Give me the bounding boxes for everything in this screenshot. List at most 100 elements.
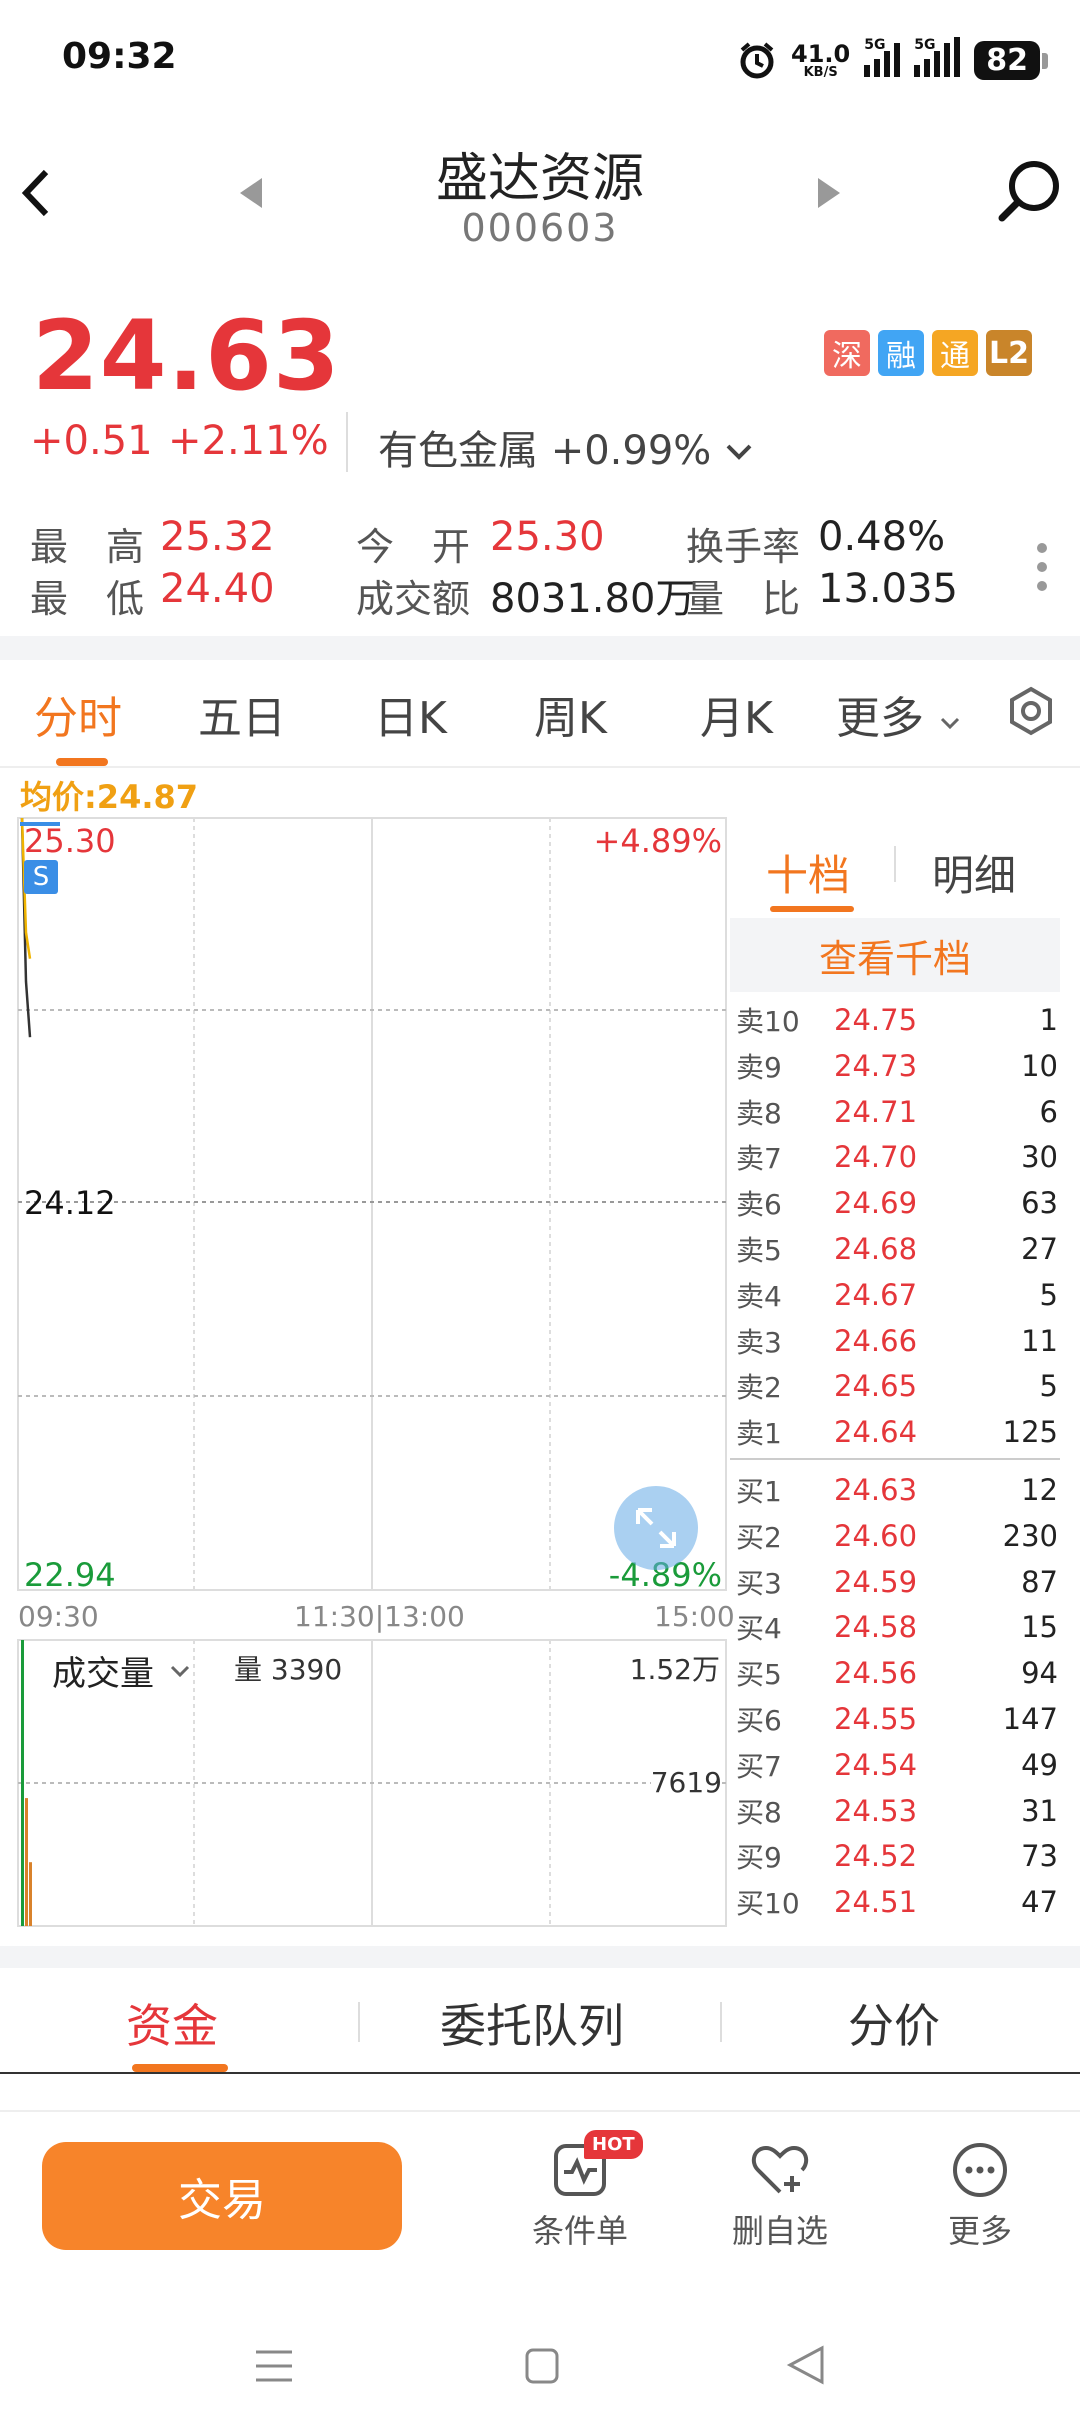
level-label: 卖2 [736,1371,782,1405]
level-volume: 31 [1021,1793,1058,1828]
level-price: 24.53 [834,1793,918,1828]
bids-level-row[interactable]: 买8 24.53 31 [736,1789,1058,1833]
section-divider-2 [0,1946,1080,1968]
volume-indicator-select[interactable]: 成交量 [52,1646,192,1695]
trade-button[interactable]: 交易 [42,2142,402,2250]
more-vert-icon[interactable] [1034,540,1050,594]
remove-watchlist-button[interactable]: 删自选 [700,2140,860,2252]
level-label: 买8 [736,1795,782,1829]
asks-level-row[interactable]: 卖8 24.71 6 [736,1090,1058,1134]
bids-level-row[interactable]: 买7 24.54 49 [736,1743,1058,1787]
badge-tong[interactable]: 通 [932,330,978,376]
badge-shen[interactable]: 深 [824,330,870,376]
hot-badge: HOT [584,2130,643,2159]
home-icon[interactable] [524,2346,560,2386]
next-stock-icon[interactable] [814,176,844,210]
condition-order-button[interactable]: HOT 条件单 [500,2130,660,2252]
back-nav-icon[interactable] [786,2344,826,2386]
btab-divider-2 [720,2002,722,2042]
asks-level-row[interactable]: 卖6 24.69 63 [736,1181,1058,1225]
volume-bar [21,1640,24,1926]
level-label: 卖5 [736,1234,782,1267]
volume-axis-mid: 7619 [650,1766,722,1799]
asks-level-row[interactable]: 卖7 24.70 30 [736,1135,1058,1179]
menu-icon[interactable] [254,2346,294,2386]
volume-axis-top: 1.52万 [629,1653,720,1686]
level-label: 卖1 [736,1417,782,1451]
net-speed: 41.0 KB/S [791,42,850,79]
level-price: 24.51 [834,1885,918,1920]
more-circle-icon [953,2143,1007,2197]
x-label-noon: 11:30|13:00 [294,1600,465,1633]
level-price: 24.73 [834,1048,918,1083]
view-thousand-levels-button[interactable]: 查看千档 [730,918,1060,992]
tab-price-distribution[interactable]: 分价 [848,1990,940,2056]
chart-bottom-price: 22.94 [24,1556,116,1594]
sell-marker[interactable]: S [24,860,58,894]
sim1-label: 5G [864,37,886,53]
level-volume: 49 [1021,1747,1058,1782]
level-price: 24.59 [834,1564,918,1599]
alarm-icon [740,42,774,79]
ob-tab-divider [894,846,896,882]
settings-icon[interactable] [1006,686,1056,736]
more-actions-button[interactable]: 更多 [900,2140,1060,2252]
search-icon[interactable] [996,158,1062,224]
bids-level-row[interactable]: 买5 24.56 94 [736,1651,1058,1695]
level-volume: 10 [1021,1048,1058,1083]
bids-level-row[interactable]: 买4 24.58 15 [736,1605,1058,1649]
level-price: 24.75 [834,1003,918,1037]
asks-level-row[interactable]: 卖2 24.65 5 [736,1364,1058,1408]
tab-details[interactable]: 明细 [932,842,1016,903]
bids-level-row[interactable]: 买1 24.63 12 [736,1468,1058,1512]
signal-2: 5G [914,37,961,77]
expand-button[interactable] [614,1486,698,1570]
asks-level-row[interactable]: 卖10 24.75 1 [736,998,1058,1042]
volume-value: 量 3390 [234,1653,343,1686]
level-price: 24.68 [834,1232,918,1266]
funds-tab-indicator [132,2064,228,2072]
bids-level-row[interactable]: 买2 24.60 230 [736,1514,1058,1558]
badge-rong[interactable]: 融 [878,330,924,376]
level-label: 买7 [736,1749,782,1783]
level-price: 24.58 [834,1610,918,1645]
tab-more[interactable]: 更多 [836,682,962,746]
bids-level-row[interactable]: 买9 24.52 73 [736,1834,1058,1878]
level-label: 卖7 [736,1142,782,1176]
asks-level-row[interactable]: 卖4 24.67 5 [736,1273,1058,1317]
asks-level-row[interactable]: 卖1 24.64 125 [736,1410,1058,1454]
tab-ten-level[interactable]: 十档 [766,842,850,903]
level-volume: 15 [1021,1610,1058,1645]
level-label: 买2 [736,1520,782,1554]
bids-level-row[interactable]: 买3 24.59 87 [736,1560,1058,1604]
level-label: 买10 [736,1887,800,1921]
asks-level-row[interactable]: 卖5 24.68 27 [736,1227,1058,1271]
level-label: 卖4 [736,1279,782,1313]
level-volume: 1 [1039,1003,1058,1037]
level-price: 24.69 [834,1186,918,1221]
level-label: 买1 [736,1475,782,1508]
badge-l2[interactable]: L2 [986,330,1032,376]
level-price: 24.56 [834,1656,918,1691]
level-price: 24.55 [834,1702,918,1736]
asks-level-row[interactable]: 卖9 24.73 10 [736,1044,1058,1088]
level-volume: 6 [1039,1094,1058,1129]
level-label: 买9 [736,1841,782,1875]
tab-order-queue[interactable]: 委托队列 [440,1990,624,2056]
ob-tab-indicator [770,906,854,912]
level-volume: 147 [1002,1702,1058,1736]
level-volume: 230 [1002,1518,1058,1553]
chevron-down-icon-2 [940,717,960,730]
bids-level-row[interactable]: 买6 24.55 147 [736,1697,1058,1741]
bids-level-row[interactable]: 买10 24.51 47 [736,1880,1058,1924]
btab-divider-1 [358,2002,360,2042]
level-price: 24.54 [834,1747,918,1782]
chart-mid-price: 24.12 [24,1184,116,1222]
level-price: 24.71 [834,1094,918,1129]
level-price: 24.52 [834,1839,918,1874]
asks-level-row[interactable]: 卖3 24.66 11 [736,1319,1058,1363]
chart-grid [17,817,727,1927]
level-price: 24.66 [834,1323,918,1358]
turnover-value: 0.48% [818,514,946,560]
tab-funds[interactable]: 资金 [126,1990,218,2056]
